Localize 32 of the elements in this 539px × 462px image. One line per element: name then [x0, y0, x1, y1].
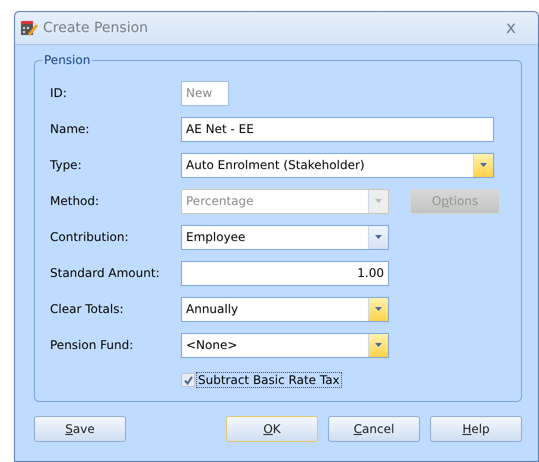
calendar-pencil-icon	[20, 19, 38, 37]
field-label: Clear Totals:	[50, 302, 125, 316]
dropdown-arrow-icon	[480, 163, 487, 167]
text-field[interactable]: AE Net - EE	[181, 116, 494, 142]
dropdown-field[interactable]: Auto Enrolment (Stakeholder)	[181, 152, 494, 178]
dropdown-arrow-icon	[375, 307, 382, 311]
field-label: Type:	[50, 158, 83, 172]
dropdown-button[interactable]	[368, 226, 388, 248]
window-title: Create Pension	[43, 20, 150, 36]
field-label: Standard Amount:	[50, 266, 161, 280]
field-label: Pension Fund:	[50, 338, 134, 352]
dialog-button[interactable]: OK	[226, 416, 318, 442]
dropdown-field[interactable]: <None>	[181, 332, 389, 358]
dropdown-button[interactable]	[368, 334, 388, 356]
checkbox[interactable]	[181, 373, 195, 387]
field-label: ID:	[50, 86, 68, 100]
dropdown-arrow-icon	[375, 199, 382, 203]
field-label: Contribution:	[50, 230, 130, 244]
checkbox-label[interactable]: Subtract Basic Rate Tax	[197, 373, 341, 387]
field-label: Name:	[50, 122, 90, 136]
dropdown-field[interactable]: Employee	[181, 224, 389, 250]
dialog-button[interactable]: Cancel	[328, 416, 420, 442]
amount-field[interactable]: 1.00	[181, 260, 389, 286]
field-label: Method:	[50, 194, 100, 208]
dropdown-button[interactable]	[368, 298, 388, 320]
group-title: Pension	[43, 53, 92, 67]
dialog-button[interactable]: Save	[34, 416, 126, 442]
dropdown-arrow-icon	[375, 235, 382, 239]
dropdown-arrow-icon	[375, 343, 382, 347]
dialog-button[interactable]: Help	[430, 416, 522, 442]
dropdown-button[interactable]	[473, 154, 493, 176]
dropdown-field[interactable]: Annually	[181, 296, 389, 322]
